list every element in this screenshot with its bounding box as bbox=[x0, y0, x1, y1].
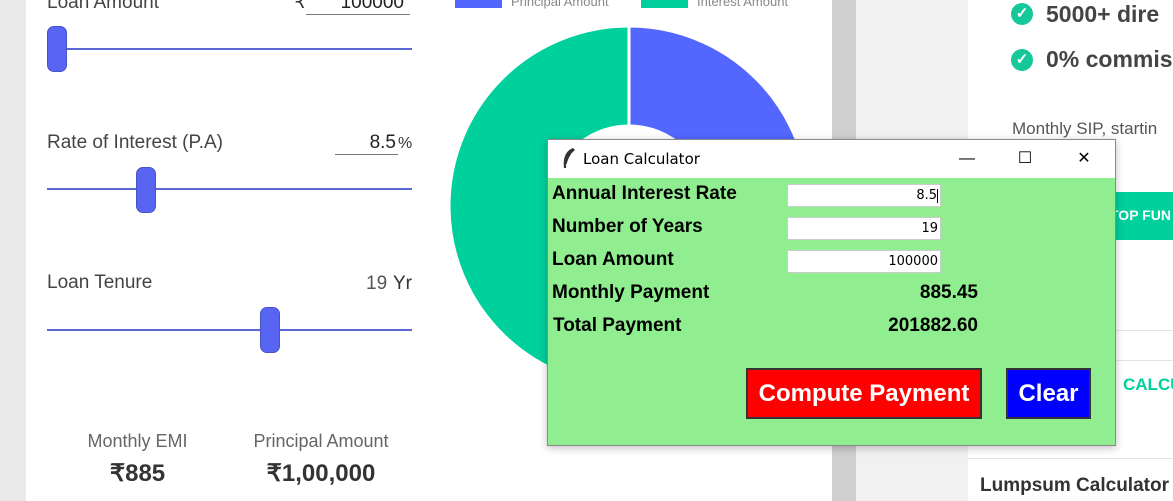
loan-amount-tk-input[interactable]: 100000 bbox=[787, 250, 941, 273]
minimize-button[interactable]: — bbox=[944, 144, 990, 174]
monthly-emi-label: Monthly EMI bbox=[87, 431, 188, 451]
rate-slider-track[interactable] bbox=[47, 188, 412, 190]
rate-input[interactable]: 8.5 bbox=[335, 131, 398, 155]
principal-amount-label: Principal Amount bbox=[253, 431, 389, 451]
tenure-slider-track[interactable] bbox=[47, 329, 412, 331]
compute-payment-label: Compute Payment bbox=[758, 380, 970, 407]
window-titlebar[interactable]: Loan Calculator — ☐ ✕ bbox=[548, 140, 1115, 178]
divider bbox=[968, 458, 1173, 459]
check-icon: ✓ bbox=[1011, 49, 1033, 71]
clear-label: Clear bbox=[1018, 380, 1079, 407]
feature-zero-commission: 0% commis bbox=[1046, 46, 1173, 72]
clear-button[interactable]: Clear bbox=[1006, 368, 1091, 419]
tenure-label: Loan Tenure bbox=[47, 272, 153, 293]
loan-amount-input[interactable]: 100000 bbox=[306, 0, 410, 15]
total-payment-value: 201882.60 bbox=[888, 315, 978, 336]
annual-interest-rate-input[interactable]: 8.5 bbox=[787, 184, 941, 207]
window-title: Loan Calculator bbox=[583, 150, 700, 168]
annual-interest-rate-label: Annual Interest Rate bbox=[552, 183, 737, 204]
tenure-slider-thumb[interactable] bbox=[260, 307, 280, 353]
loan-amount-label: Loan Amount bbox=[47, 0, 159, 13]
text-cursor bbox=[937, 188, 938, 203]
minimize-icon: — bbox=[959, 150, 975, 167]
annual-interest-rate-value: 8.5 bbox=[916, 188, 937, 203]
number-of-years-input[interactable]: 19 bbox=[787, 217, 941, 240]
rate-slider-thumb[interactable] bbox=[136, 167, 156, 213]
loan-calculator-window: Loan Calculator — ☐ ✕ Annual Interest Ra… bbox=[547, 139, 1116, 446]
emi-calculator-panel bbox=[26, 0, 436, 501]
monthly-payment-label: Monthly Payment bbox=[552, 282, 710, 303]
close-button[interactable]: ✕ bbox=[1061, 144, 1107, 174]
loan-amount-tk-value: 100000 bbox=[888, 254, 938, 269]
compute-payment-button[interactable]: Compute Payment bbox=[746, 368, 982, 419]
maximize-icon: ☐ bbox=[1017, 150, 1033, 167]
principal-amount-value: ₹1,00,000 bbox=[266, 460, 376, 487]
loan-amount-slider-thumb[interactable] bbox=[47, 26, 67, 72]
rate-value: 8.5 bbox=[369, 132, 396, 153]
sip-text: Monthly SIP, startin bbox=[1012, 119, 1158, 138]
monthly-payment-value: 885.45 bbox=[919, 282, 978, 303]
loan-amount-value: 100000 bbox=[340, 0, 404, 13]
tenure-unit: Yr bbox=[393, 273, 412, 294]
rate-unit: % bbox=[398, 135, 413, 152]
top-funds-label: TOP FUN bbox=[1110, 207, 1171, 223]
close-icon: ✕ bbox=[1077, 150, 1091, 167]
currency-symbol: ₹ bbox=[294, 0, 306, 12]
calculator-link[interactable]: CALCU bbox=[1123, 375, 1173, 395]
number-of-years-value: 19 bbox=[921, 221, 938, 236]
lumpsum-calculator-title[interactable]: Lumpsum Calculator bbox=[980, 475, 1169, 497]
tenure-value[interactable]: 19 bbox=[366, 273, 387, 295]
number-of-years-label: Number of Years bbox=[552, 216, 703, 237]
total-payment-label: Total Payment bbox=[553, 315, 682, 336]
maximize-button[interactable]: ☐ bbox=[1002, 144, 1048, 174]
loan-amount-tk-label: Loan Amount bbox=[552, 249, 674, 270]
rate-label: Rate of Interest (P.A) bbox=[47, 132, 224, 153]
loan-amount-slider-track[interactable] bbox=[47, 48, 412, 50]
window-body: Annual Interest Rate 8.5 Number of Years… bbox=[548, 178, 1115, 445]
check-icon: ✓ bbox=[1011, 3, 1033, 25]
feather-icon bbox=[563, 148, 575, 168]
feature-direct-funds: 5000+ dire bbox=[1046, 1, 1160, 27]
monthly-emi-value: ₹885 bbox=[109, 460, 166, 487]
